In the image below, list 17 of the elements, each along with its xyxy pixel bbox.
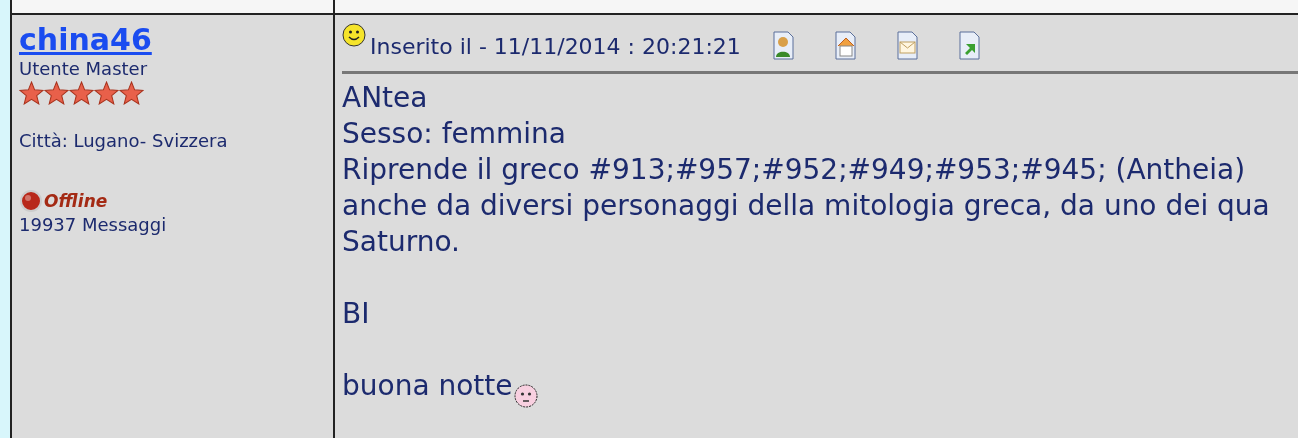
home-icon[interactable] [832,31,859,61]
post-text-line: buona notte [342,368,513,404]
smiley-icon [342,23,366,47]
email-icon[interactable] [894,31,921,61]
post-text-line: Saturno. [342,225,460,258]
user-status: Offline [44,191,108,211]
post-text-line: BI [342,296,370,332]
post-count: 19937 Messaggi [19,213,168,237]
user-city: Città: Lugano- Svizzera [19,129,229,153]
post-date: Inserito il - 11/11/2014 : 20:21:21 [370,33,741,59]
username-link[interactable]: china46 [19,23,152,57]
post-text-line: Sesso: femmina [342,117,566,150]
user-profile-icon[interactable] [770,31,797,61]
post-text-line: ANtea [342,81,428,114]
user-rank: Utente Master [19,57,149,81]
post-text-line: Riprende il greco #913;#957;#952;#949;#953;#945; (Antheia) [342,153,1246,186]
post-text-line: anche da diversi personaggi della mitologia greca, da uno dei qua [342,189,1270,222]
